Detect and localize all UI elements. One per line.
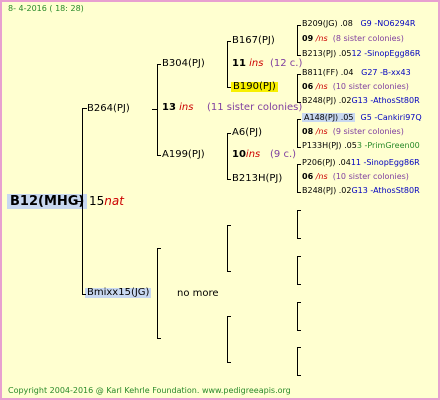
empty-bracket (297, 375, 301, 376)
connector-line (157, 155, 161, 156)
empty-bracket (297, 284, 301, 285)
connector-line (297, 74, 298, 102)
gen4-row: A148(PJ) .05 G5 -Cankiri97Q (302, 113, 422, 122)
connector-line (157, 64, 161, 65)
empty-bracket (157, 338, 161, 339)
gen4-row: 09 /ns (8 sister colonies) (302, 34, 404, 43)
connector-line (297, 25, 298, 55)
header-date: 8- 4-2016 ( 18: 28) (8, 4, 84, 13)
connector-line (82, 294, 86, 295)
connector-line (297, 25, 301, 26)
empty-bracket (297, 210, 298, 238)
empty-bracket (297, 347, 301, 348)
connector-line (297, 147, 301, 148)
gen1-top-colonies: (11 sister colonies) (207, 102, 303, 113)
connector-line (157, 64, 158, 155)
connector-line (227, 179, 231, 180)
connector-line (297, 164, 301, 165)
empty-bracket (227, 362, 231, 363)
gen3-a-colonies: (12 c.) (270, 58, 303, 69)
gen2-b-bee[interactable]: A199(PJ) (162, 150, 205, 160)
empty-bracket (297, 347, 298, 375)
empty-bracket (227, 225, 228, 271)
empty-bracket (297, 330, 301, 331)
gen1-bottom-bee[interactable]: Bmixx15(JG) (85, 288, 152, 298)
connector-line (297, 192, 301, 193)
gen3-b-bee[interactable]: B190(PJ) (231, 82, 278, 92)
connector-line (82, 108, 87, 109)
connector-line (227, 41, 231, 42)
gen3-c-bee[interactable]: A6(PJ) (232, 128, 262, 138)
empty-bracket (297, 238, 301, 239)
connector-line (227, 133, 228, 179)
gen3-a-bee[interactable]: B167(PJ) (232, 36, 275, 46)
empty-bracket (157, 248, 158, 338)
empty-bracket (297, 256, 301, 257)
connector-line (227, 133, 231, 134)
gen1-bottom-more: no more (177, 288, 219, 299)
empty-bracket (227, 316, 231, 317)
gen2-b-colonies: (9 c.) (270, 149, 297, 160)
connector-line (297, 164, 298, 192)
gen3-d-bee[interactable]: B213H(PJ) (232, 174, 282, 184)
gen4-row: 06 /ns (10 sister colonies) (302, 82, 409, 91)
gen4-row: 06 /ns (10 sister colonies) (302, 172, 409, 181)
connector-line (76, 201, 83, 202)
empty-bracket (227, 316, 228, 362)
gen4-row: B248(PJ) .02G13 -AthosSt80R (302, 186, 420, 195)
gen4-row: B811(FF) .04 G27 -B-xx43 (302, 68, 411, 77)
gen4-row: 08 /ns (9 sister colonies) (302, 127, 404, 136)
connector-line (227, 41, 228, 88)
gen4-row: B209(JG) .08 G9 -NO6294R (302, 19, 416, 28)
connector-line (297, 119, 301, 120)
connector-line (297, 119, 298, 147)
gen4-row: B248(PJ) .02G13 -AthosSt80R (302, 96, 420, 105)
empty-bracket (297, 210, 301, 211)
empty-bracket (297, 256, 298, 284)
empty-bracket (227, 225, 231, 226)
empty-bracket (297, 302, 298, 330)
footer-copyright: Copyright 2004-2016 @ Karl Kehrle Founda… (8, 386, 291, 395)
connector-line (297, 102, 301, 103)
gen1-top-count: 13 ins (162, 102, 194, 113)
empty-bracket (157, 248, 161, 249)
gen2-a-bee[interactable]: B304(PJ) (162, 59, 205, 69)
gen2-b-count: 10ins (232, 149, 261, 160)
gen4-row: P206(PJ) .0411 -SinopEgg86R (302, 158, 420, 167)
root-count: 15nat (89, 194, 124, 208)
gen4-row: P133H(PJ) .053 -PrimGreen00 (302, 141, 420, 150)
gen4-row: B213(PJ) .0512 -SinopEgg86R (302, 49, 421, 58)
connector-line (297, 55, 301, 56)
connector-line (152, 109, 157, 110)
gen1-top-bee[interactable]: B264(PJ) (87, 104, 130, 114)
connector-line (297, 74, 301, 75)
pedigree-frame: 8- 4-2016 ( 18: 28) B12(MHG) 15nat B264(… (0, 0, 440, 400)
connector-line (227, 87, 231, 88)
empty-bracket (297, 302, 301, 303)
empty-bracket (227, 271, 231, 272)
gen3-a-count: 11 ins (232, 58, 264, 69)
